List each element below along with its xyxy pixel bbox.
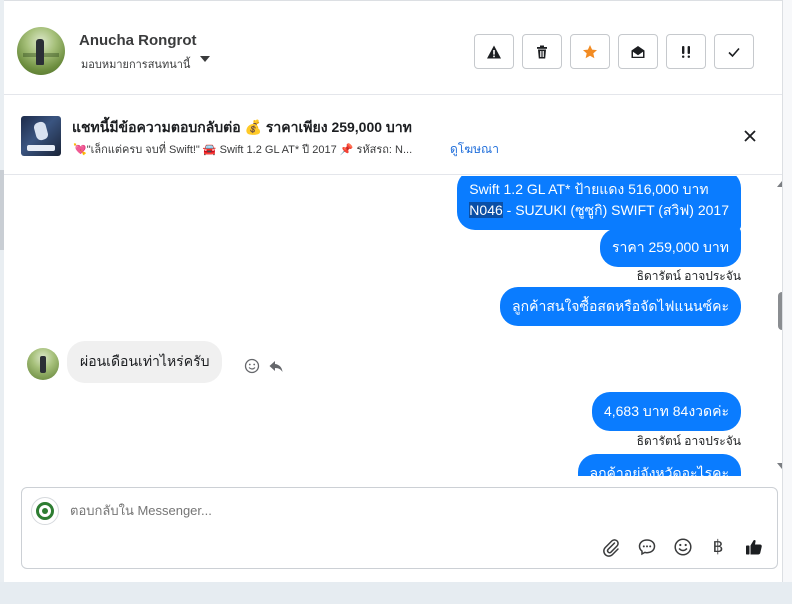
message-bubble-incoming[interactable]: ผ่อนเดือนเท่าไหร่ครับ bbox=[67, 341, 223, 383]
baht-icon: ฿ bbox=[712, 537, 724, 557]
message-text: ลูกค้าสนใจซื้อสดหรือจัดไฟแนนซ์คะ bbox=[512, 298, 729, 314]
delete-button[interactable] bbox=[522, 34, 562, 69]
message-bubble[interactable]: ราคา 259,000 บาท bbox=[600, 228, 741, 267]
conversation-panel: Anucha Rongrot มอบหมายการสนทนานี้ แชทนี้… bbox=[4, 0, 787, 582]
reply-icon[interactable] bbox=[268, 358, 284, 374]
like-button[interactable] bbox=[744, 537, 764, 557]
message-text: ผ่อนเดือนเท่าไหร่ครับ bbox=[80, 353, 210, 369]
reply-input[interactable] bbox=[70, 503, 570, 518]
window-edge-right bbox=[782, 0, 792, 604]
highlighted-text: N046 bbox=[469, 202, 503, 218]
conversation-header: Anucha Rongrot มอบหมายการสนทนานี้ bbox=[4, 1, 782, 95]
chevron-down-icon[interactable] bbox=[200, 56, 210, 62]
check-icon bbox=[728, 47, 740, 57]
message-text-line: N046 - SUZUKI (ซูซูกิ) SWIFT (สวิฟ) 2017 bbox=[469, 200, 729, 221]
double-exclamation-icon bbox=[682, 45, 690, 58]
ad-title: แชทนี้มีข้อความตอบกลับต่อ 💰 ราคาเพียง 25… bbox=[72, 119, 412, 135]
contact-avatar[interactable] bbox=[27, 348, 59, 380]
message-text: Swift 1.2 GL AT* ป้ายแดง 516,000 บาท bbox=[469, 181, 709, 197]
paperclip-icon bbox=[603, 539, 619, 557]
attach-button[interactable] bbox=[601, 537, 621, 557]
ad-subtitle: 💘"เล็กแต่ครบ จบที่ Swift!" 🚘 Swift 1.2 G… bbox=[73, 144, 413, 156]
react-icon[interactable] bbox=[244, 358, 260, 374]
assign-conversation-label[interactable]: มอบหมายการสนทนานี้ bbox=[81, 55, 190, 73]
window-edge bbox=[0, 170, 4, 250]
mark-unread-button[interactable] bbox=[618, 34, 658, 69]
message-bubble[interactable]: ลูกค้าสนใจซื้อสดหรือจัดไฟแนนซ์คะ bbox=[500, 287, 741, 326]
chat-bubble-icon bbox=[638, 539, 656, 556]
page-avatar bbox=[31, 497, 59, 525]
window-edge-bottom bbox=[0, 582, 792, 604]
report-button[interactable] bbox=[474, 34, 514, 69]
sender-label: ธิดารัตน์ อาจประจัน bbox=[636, 434, 741, 448]
thumbs-up-icon bbox=[746, 539, 762, 555]
close-icon[interactable] bbox=[742, 128, 758, 144]
message-text: ลูกค้าอยู่จังหวัดอะไรคะ bbox=[589, 465, 730, 476]
sender-label: ธิดารัตน์ อาจประจัน bbox=[636, 269, 741, 283]
trash-icon bbox=[537, 45, 547, 58]
warning-icon bbox=[487, 45, 501, 58]
message-bubble[interactable]: Swift 1.2 GL AT* ป้ายแดง 516,000 บาท N04… bbox=[457, 176, 741, 230]
contact-name[interactable]: Anucha Rongrot bbox=[79, 32, 197, 49]
contact-avatar[interactable] bbox=[17, 27, 65, 75]
ad-context-bar: แชทนี้มีข้อความตอบกลับต่อ 💰 ราคาเพียง 25… bbox=[4, 96, 782, 175]
view-ad-link[interactable]: ดูโฆษณา bbox=[450, 140, 499, 159]
emoji-button[interactable] bbox=[673, 537, 693, 557]
message-text: - SUZUKI (ซูซูกิ) SWIFT (สวิฟ) 2017 bbox=[502, 202, 729, 218]
priority-button[interactable] bbox=[666, 34, 706, 69]
smiley-icon bbox=[674, 538, 692, 556]
saved-replies-button[interactable] bbox=[637, 537, 657, 557]
message-composer[interactable]: ฿ bbox=[21, 487, 778, 569]
envelope-open-icon bbox=[631, 45, 645, 58]
star-icon bbox=[583, 44, 597, 58]
message-thread[interactable]: Swift 1.2 GL AT* ป้ายแดง 516,000 บาท N04… bbox=[4, 176, 782, 476]
star-button[interactable] bbox=[570, 34, 610, 69]
message-bubble[interactable]: 4,683 บาท 84งวดค่ะ bbox=[591, 392, 741, 431]
payment-button[interactable]: ฿ bbox=[708, 537, 728, 557]
message-bubble[interactable]: ลูกค้าอยู่จังหวัดอะไรคะ bbox=[577, 454, 741, 476]
mark-done-button[interactable] bbox=[714, 34, 754, 69]
ad-thumbnail[interactable] bbox=[21, 116, 61, 156]
message-text: 4,683 บาท 84งวดค่ะ bbox=[603, 403, 729, 419]
message-text: ราคา 259,000 บาท bbox=[612, 239, 729, 255]
